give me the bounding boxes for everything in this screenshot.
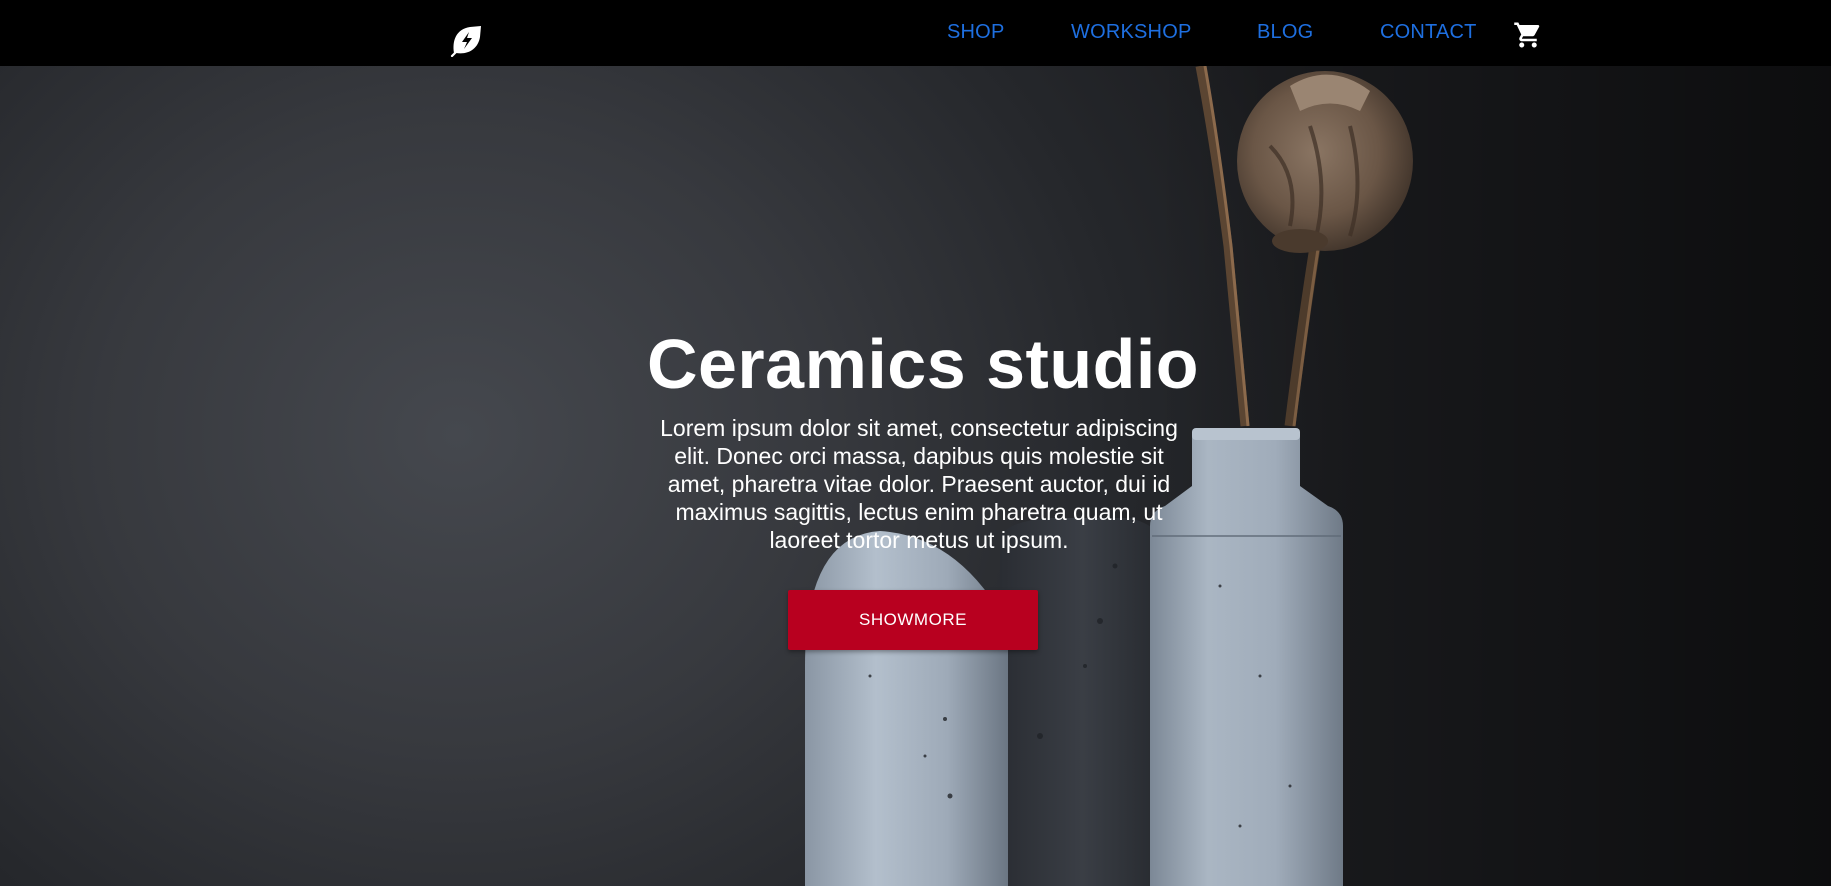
shopping-cart-icon[interactable]: [1513, 20, 1543, 50]
nav-link-blog[interactable]: BLOG: [1257, 20, 1313, 44]
nav-link-shop[interactable]: SHOP: [947, 20, 1004, 44]
main-nav: SHOP WORKSHOP BLOG CONTACT: [0, 0, 1831, 66]
hero-content: Ceramics studio Lorem ipsum dolor sit am…: [0, 66, 1831, 886]
hero-title: Ceramics studio: [646, 325, 1200, 403]
nav-link-contact[interactable]: CONTACT: [1380, 20, 1477, 44]
showmore-button[interactable]: SHOWMORE: [788, 590, 1038, 650]
nav-link-workshop[interactable]: WORKSHOP: [1071, 20, 1192, 44]
top-navbar: SHOP WORKSHOP BLOG CONTACT: [0, 0, 1831, 66]
hero-section: Ceramics studio Lorem ipsum dolor sit am…: [0, 66, 1831, 886]
hero-description: Lorem ipsum dolor sit amet, consectetur …: [660, 415, 1178, 553]
